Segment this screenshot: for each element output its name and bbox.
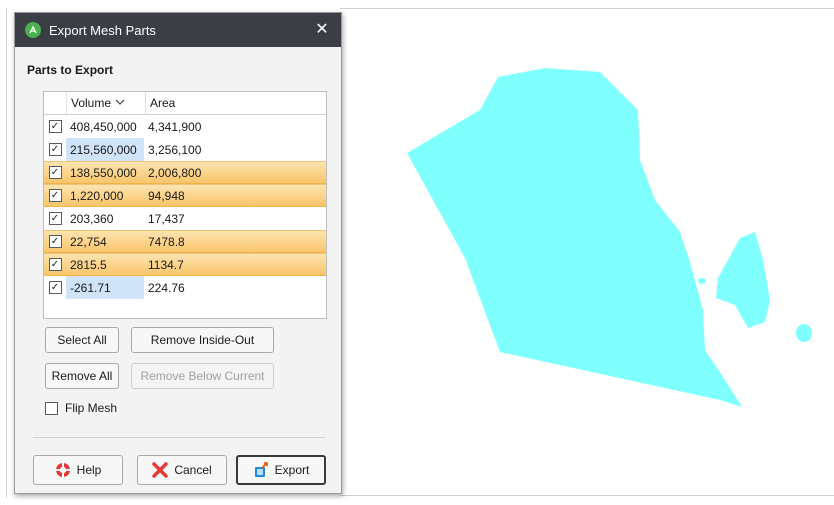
mesh-part-dot [698,278,706,284]
dialog-title: Export Mesh Parts [49,22,156,38]
table-row[interactable]: ✓ 138,550,000 2,006,800 [44,161,326,184]
column-header-area[interactable]: Area [146,92,210,114]
row-area: 1134.7 [148,257,184,272]
row-checkbox[interactable]: ✓ [48,166,62,179]
row-volume: 22,754 [70,234,107,249]
remove-inside-out-label: Remove Inside-Out [150,333,255,347]
row-area: 4,341,900 [148,119,202,134]
row-checkbox[interactable]: ✓ [48,120,62,133]
row-checkbox[interactable]: ✓ [48,143,62,156]
chevron-down-icon [115,98,125,108]
export-label: Export [274,463,310,477]
row-checkbox[interactable]: ✓ [48,189,62,202]
table-row[interactable]: ✓ 408,450,000 4,341,900 [44,115,326,138]
table-row[interactable]: ✓ -261.71 224.76 [44,276,326,299]
row-volume: 203,360 [70,211,114,226]
row-area: 7478.8 [148,234,185,249]
row-area: 224.76 [148,280,185,295]
select-all-label: Select All [57,333,107,347]
export-icon [253,462,269,478]
cancel-button[interactable]: Cancel [137,455,227,485]
cancel-x-icon [152,462,169,478]
app-icon [25,22,41,38]
parts-to-export-label: Parts to Export [27,63,114,77]
row-checkbox-cell: ✓ [44,143,66,156]
export-mesh-parts-dialog: Export Mesh Parts ✕ Parts to Export Volu… [14,12,342,494]
table-body: ✓ 408,450,000 4,341,900 ✓ 215,560,000 3,256,1… [44,115,326,299]
parts-table: Volume Area ✓ 408,450,000 4,341,900 ✓ 215,56… [43,91,327,319]
help-button[interactable]: Help [33,455,123,485]
row-volume: -261.71 [66,276,144,299]
cancel-label: Cancel [174,463,212,477]
dialog-titlebar: Export Mesh Parts ✕ [15,13,341,47]
row-volume: 1,220,000 [70,188,124,203]
row-checkbox-cell: ✓ [44,235,66,248]
export-button[interactable]: Export [236,455,326,485]
remove-inside-out-button[interactable]: Remove Inside-Out [131,327,274,353]
table-row[interactable]: ✓ 22,754 7478.8 [44,230,326,253]
row-area: 17,437 [148,211,185,226]
row-volume: 215,560,000 [66,138,144,161]
row-volume: 2815.5 [70,257,107,272]
remove-below-current-label: Remove Below Current [140,369,265,383]
table-row[interactable]: ✓ 1,220,000 94,948 [44,184,326,207]
row-checkbox-cell: ✓ [44,281,66,294]
lifebuoy-icon [55,462,71,478]
column-header-volume[interactable]: Volume [67,92,146,114]
mesh-part-main [407,68,742,407]
row-checkbox[interactable]: ✓ [48,258,62,271]
table-header: Volume Area [44,92,326,115]
row-checkbox-cell: ✓ [44,120,66,133]
table-row[interactable]: ✓ 203,360 17,437 [44,207,326,230]
row-checkbox-cell: ✓ [44,166,66,179]
row-checkbox[interactable]: ✓ [48,281,62,294]
row-area: 3,256,100 [148,142,202,157]
row-area: 2,006,800 [148,165,202,180]
row-checkbox[interactable]: ✓ [48,212,62,225]
row-checkbox-cell: ✓ [44,189,66,202]
select-all-button[interactable]: Select All [45,327,119,353]
help-label: Help [76,463,102,477]
mesh-part-island [716,232,770,328]
flip-mesh-checkbox-box[interactable] [45,401,58,415]
row-checkbox-cell: ✓ [44,258,66,271]
mesh-part-small [796,324,812,342]
remove-all-label: Remove All [51,369,113,383]
table-row[interactable]: ✓ 2815.5 1134.7 [44,253,326,276]
row-checkbox[interactable]: ✓ [48,235,62,248]
row-volume: 138,550,000 [70,165,137,180]
flip-mesh-checkbox[interactable]: Flip Mesh [45,401,117,415]
table-row[interactable]: ✓ 215,560,000 3,256,100 [44,138,326,161]
dialog-divider [33,437,325,438]
close-button[interactable]: ✕ [313,21,331,39]
flip-mesh-label: Flip Mesh [65,401,118,415]
column-header-area-label: Area [150,96,176,110]
row-checkbox-cell: ✓ [44,212,66,225]
remove-below-current-button[interactable]: Remove Below Current [131,363,274,389]
remove-all-button[interactable]: Remove All [45,363,119,389]
row-area: 94,948 [148,188,185,203]
column-header-volume-label: Volume [71,96,112,110]
column-header-check [44,92,67,114]
row-volume: 408,450,000 [70,119,137,134]
